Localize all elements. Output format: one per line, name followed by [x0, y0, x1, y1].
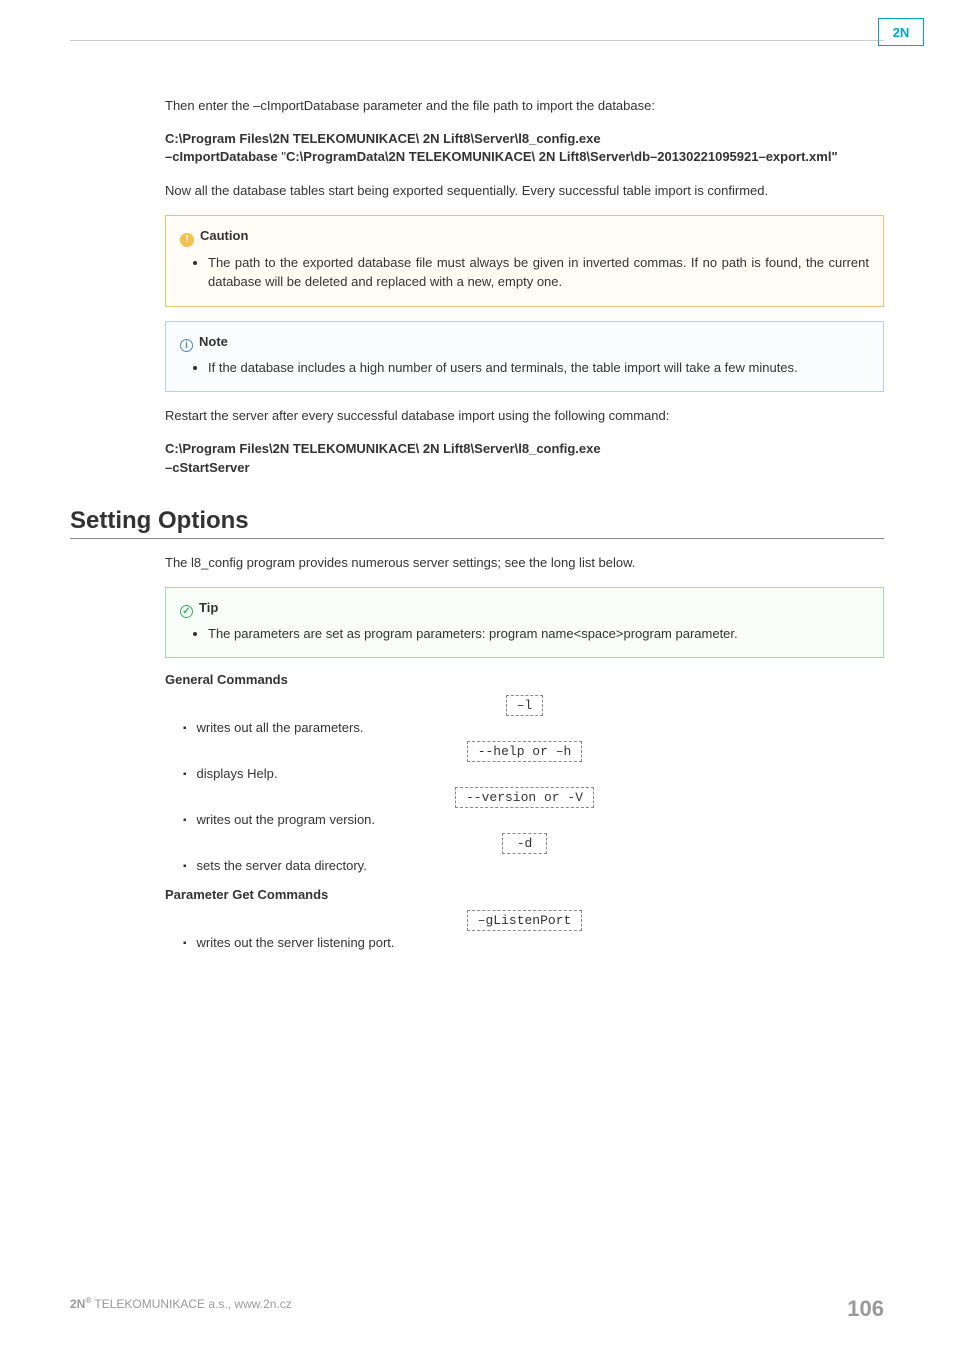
note-body: If the database includes a high number o… [208, 358, 869, 378]
intro-paragraph-1: Then enter the –cImportDatabase paramete… [165, 96, 884, 116]
flag-l-row: –l [165, 695, 884, 716]
cmd1-line2c: C:\ProgramData\2N TELEKOMUNIKACE\ 2N Lif… [286, 149, 838, 164]
caution-title-row: ! Caution [180, 226, 869, 247]
flag-version-code: --version or -V [455, 787, 594, 808]
tip-body: The parameters are set as program parame… [208, 624, 869, 644]
footer-company: TELEKOMUNIKACE a.s., www.2n.cz [91, 1297, 292, 1311]
flag-help-code: --help or –h [467, 741, 583, 762]
content-area: Then enter the –cImportDatabase paramete… [165, 96, 884, 477]
flag-glisten-row: –gListenPort [165, 910, 884, 931]
parameter-get-heading: Parameter Get Commands [165, 887, 884, 902]
check-icon: ✓ [180, 605, 193, 618]
command-block-1: C:\Program Files\2N TELEKOMUNIKACE\ 2N L… [165, 130, 884, 168]
intro-paragraph-2: Now all the database tables start being … [165, 181, 884, 201]
note-title-row: i Note [180, 332, 869, 352]
note-title: Note [199, 334, 228, 349]
flag-d-row: -d [165, 833, 884, 854]
cmd2-line1: C:\Program Files\2N TELEKOMUNIKACE\ 2N L… [165, 441, 601, 456]
page-body: Then enter the –cImportDatabase paramete… [0, 0, 954, 1004]
footer-brand: 2N [70, 1297, 85, 1311]
general-commands-heading: General Commands [165, 672, 884, 687]
flag-help-desc: displays Help. [197, 766, 278, 781]
flag-d-code: -d [502, 833, 548, 854]
note-admonition: i Note If the database includes a high nu… [165, 321, 884, 393]
top-rule [70, 40, 884, 41]
flag-glisten-code: –gListenPort [467, 910, 583, 931]
flag-version-desc-item: writes out the program version. [183, 812, 884, 827]
flag-l-desc-item: writes out all the parameters. [183, 720, 884, 735]
page-number: 106 [847, 1296, 884, 1322]
flag-version-row: --version or -V [165, 787, 884, 808]
flag-d-desc-item: sets the server data directory. [183, 858, 884, 873]
tip-title: Tip [199, 600, 218, 615]
info-icon: i [180, 339, 193, 352]
caution-body: The path to the exported database file m… [208, 253, 869, 292]
flag-glisten-desc: writes out the server listening port. [197, 935, 395, 950]
caution-title: Caution [200, 228, 248, 243]
flag-l-desc: writes out all the parameters. [197, 720, 364, 735]
heading-intro: The l8_config program provides numerous … [165, 553, 884, 573]
flag-help-desc-item: displays Help. [183, 766, 884, 781]
caution-admonition: ! Caution The path to the exported databa… [165, 215, 884, 307]
cmd1-line1: C:\Program Files\2N TELEKOMUNIKACE\ 2N L… [165, 131, 601, 146]
flag-l-code: –l [506, 695, 544, 716]
footer: 2N® TELEKOMUNIKACE a.s., www.2n.cz 106 [70, 1296, 884, 1322]
flag-version-desc: writes out the program version. [197, 812, 375, 827]
content-area-2: The l8_config program provides numerous … [165, 553, 884, 950]
tip-admonition: ✓ Tip The parameters are set as program p… [165, 587, 884, 659]
caution-icon: ! [180, 233, 194, 247]
section-heading: Setting Options [70, 507, 884, 539]
flag-help-row: --help or –h [165, 741, 884, 762]
footer-left: 2N® TELEKOMUNIKACE a.s., www.2n.cz [70, 1296, 292, 1322]
tip-title-row: ✓ Tip [180, 598, 869, 618]
command-block-2: C:\Program Files\2N TELEKOMUNIKACE\ 2N L… [165, 440, 884, 478]
flag-d-desc: sets the server data directory. [197, 858, 367, 873]
cmd1-line2a: –cImportDatabase [165, 149, 281, 164]
brand-logo: 2N [878, 18, 924, 46]
restart-paragraph: Restart the server after every successfu… [165, 406, 884, 426]
flag-glisten-desc-item: writes out the server listening port. [183, 935, 884, 950]
cmd2-line2: –cStartServer [165, 460, 250, 475]
